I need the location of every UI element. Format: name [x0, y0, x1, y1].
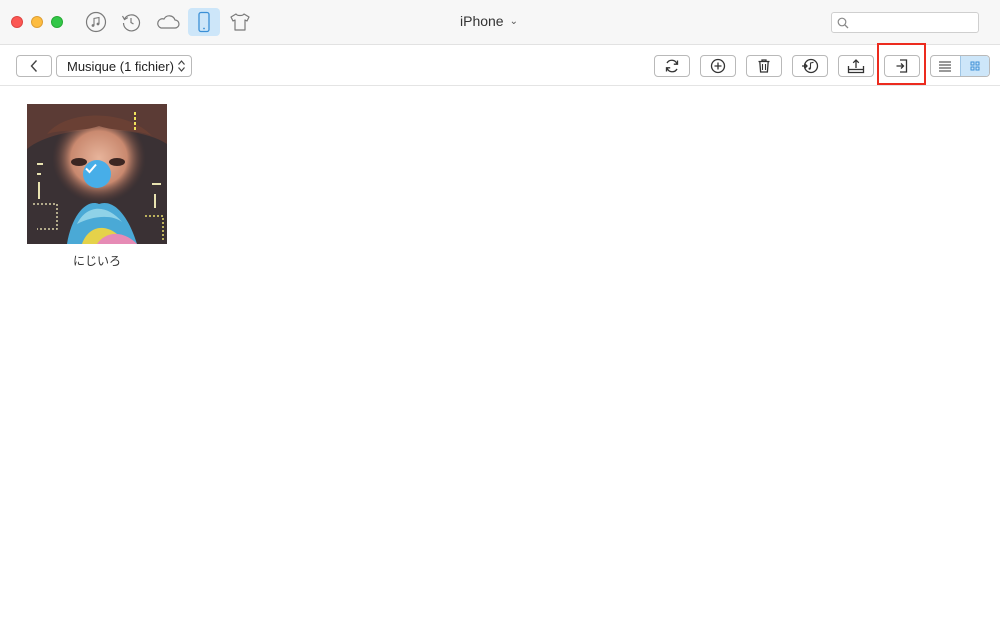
music-item-title: にじいろ: [72, 254, 121, 268]
to-itunes-icon: [802, 58, 819, 74]
itunes-icon[interactable]: [80, 8, 112, 36]
app-window: iPhone ⌄ Musique (1 fichier) にじいろ: [0, 0, 1000, 620]
device-name: iPhone: [460, 13, 504, 29]
chevron-left-icon: [30, 60, 38, 72]
music-item-tile[interactable]: にじいろ: [27, 104, 167, 269]
icloud-icon[interactable]: [152, 8, 184, 36]
minimize-window-button[interactable]: [31, 16, 43, 28]
backup-history-icon[interactable]: [115, 8, 147, 36]
search-field[interactable]: [831, 12, 979, 33]
refresh-icon: [665, 59, 679, 73]
export-to-computer-button[interactable]: [838, 55, 874, 77]
toolbar: Musique (1 fichier): [0, 45, 1000, 86]
search-input[interactable]: [852, 14, 976, 33]
view-mode-toggle: [930, 55, 990, 77]
updown-arrows-icon: [178, 60, 185, 72]
send-to-itunes-button[interactable]: [792, 55, 828, 77]
category-select[interactable]: Musique (1 fichier): [56, 55, 192, 77]
iphone-icon[interactable]: [188, 8, 220, 36]
list-view-icon: [939, 61, 952, 72]
tshirt-icon[interactable]: [224, 8, 256, 36]
chevron-down-icon: ⌄: [509, 15, 518, 27]
device-selector[interactable]: iPhone ⌄: [460, 13, 550, 29]
delete-button[interactable]: [746, 55, 782, 77]
refresh-button[interactable]: [654, 55, 690, 77]
close-window-button[interactable]: [11, 16, 23, 28]
annotation-highlight-box: [877, 43, 926, 85]
export-to-computer-icon: [847, 59, 865, 74]
category-select-value: Musique (1 fichier): [67, 58, 174, 74]
list-view-button[interactable]: [931, 56, 960, 76]
trash-icon: [758, 59, 770, 73]
search-icon: [837, 17, 849, 29]
grid-view-icon: [970, 61, 980, 71]
maximize-window-button[interactable]: [51, 16, 63, 28]
title-bar: iPhone ⌄: [0, 0, 1000, 45]
back-button[interactable]: [16, 55, 52, 77]
grid-view-button[interactable]: [959, 56, 989, 76]
add-button[interactable]: [700, 55, 736, 77]
album-cover: [27, 104, 167, 244]
add-icon: [710, 58, 726, 74]
selected-check-icon[interactable]: [83, 160, 111, 188]
